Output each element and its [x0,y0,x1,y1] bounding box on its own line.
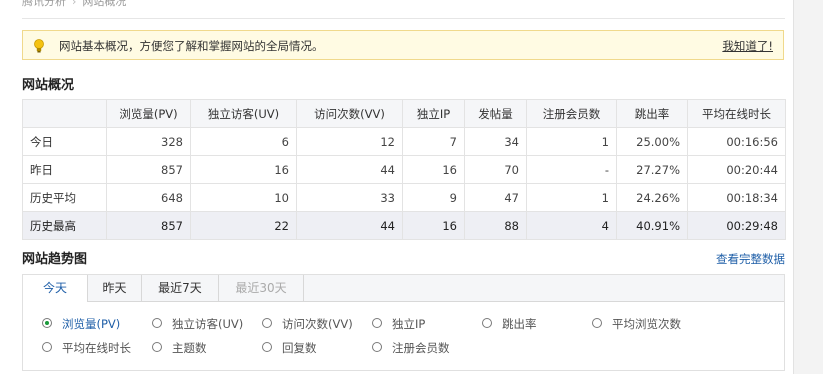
lightbulb-icon [34,39,44,53]
metric-label: 平均在线时长 [62,341,131,355]
table-cell: 00:29:48 [687,211,786,240]
row-label: 昨日 [22,155,107,184]
radio-button[interactable] [152,318,162,328]
table-cell: 27.27% [616,155,688,184]
table-header-cell: 跳出率 [616,99,688,128]
radio-button[interactable] [42,318,52,328]
table-cell: 40.91% [616,211,688,240]
overview-title: 网站概况 [22,78,75,93]
radio-button[interactable] [372,318,382,328]
right-scroll-area [793,0,823,374]
metric-label: 独立访客(UV) [172,317,244,331]
radio-button[interactable] [372,342,382,352]
table-cell: 00:16:56 [687,127,786,156]
row-label: 历史最高 [22,211,107,240]
breadcrumb-separator: › [72,0,77,8]
table-row: 历史平均 648 10 33 9 47 1 24.26% 00:18:34 [22,183,786,212]
metric-label: 跳出率 [502,317,537,331]
tab-last-30-days[interactable]: 最近30天 [219,275,304,301]
radio-button[interactable] [152,342,162,352]
radio-button[interactable] [262,342,272,352]
table-cell: 88 [464,211,527,240]
table-header-cell: 发帖量 [464,99,527,128]
metric-label: 独立IP [392,317,426,331]
table-cell: - [526,155,617,184]
breadcrumb-item-current: 网站概况 [82,0,127,8]
overview-table: 浏览量(PV) 独立访客(UV) 访问次数(VV) 独立IP 发帖量 注册会员数 跳出率 平均… [22,99,786,240]
table-cell: 00:20:44 [687,155,786,184]
table-cell: 44 [296,211,403,240]
table-cell: 16 [190,155,297,184]
table-cell: 857 [106,155,191,184]
trend-panel: 今天 昨天 最近7天 最近30天 浏览量(PV) 独立访客(UV) 访问次数(V… [22,274,785,371]
metric-label: 注册会员数 [392,341,450,355]
radio-button[interactable] [42,342,52,352]
table-row: 昨日 857 16 44 16 70-27.27% 00:20:44 [22,155,786,184]
table-header-cell: 平均在线时长 [687,99,786,128]
table-header-cell: 注册会员数 [526,99,617,128]
notice-text: 网站基本概况，方便您了解和掌握网站的全局情况。 [59,39,324,53]
table-cell: 00:18:34 [687,183,786,212]
radio-button[interactable] [262,318,272,328]
breadcrumb: 腾讯分析 › 网站概况 [22,0,126,9]
tab-yesterday[interactable]: 昨天 [88,275,142,301]
table-cell: 7 [402,127,465,156]
metric-label: 浏览量(PV) [62,317,121,331]
notice-bar: 网站基本概况，方便您了解和掌握网站的全局情况。 我知道了! [22,30,784,60]
table-row: 今日 328 6 12 7 34 1 25.00% 00:16:56 [22,127,786,156]
table-cell: 16 [402,211,465,240]
metric-label: 回复数 [282,341,317,355]
view-full-data-link[interactable]: 查看完整数据 [716,251,785,267]
table-cell: 25.00% [616,127,688,156]
table-header-cell: 访问次数(VV) [296,99,403,128]
table-cell: 22 [190,211,297,240]
radio-button[interactable] [482,318,492,328]
table-cell: 328 [106,127,191,156]
tab-last-7-days[interactable]: 最近7天 [142,275,219,301]
table-header-row: 浏览量(PV) 独立访客(UV) 访问次数(VV) 独立IP 发帖量 注册会员数 跳出率 平均… [22,99,786,128]
table-cell: 1 [526,127,617,156]
table-cell: 24.26% [616,183,688,212]
radio-button[interactable] [592,318,602,328]
trend-title: 网站趋势图 [22,252,88,267]
metric-label: 访问次数(VV) [282,317,353,331]
metric-label: 主题数 [172,341,207,355]
table-cell: 6 [190,127,297,156]
table-header-cell: 独立IP [402,99,465,128]
table-row: 历史最高 857 22 44 16 88 4 40.91% 00:29:48 [22,211,786,240]
metric-label: 平均浏览次数 [612,317,681,331]
table-header-cell: 独立访客(UV) [190,99,297,128]
tab-today[interactable]: 今天 [23,275,88,302]
table-cell: 34 [464,127,527,156]
table-cell: 10 [190,183,297,212]
divider [22,18,785,19]
table-cell: 9 [402,183,465,212]
table-cell: 16 [402,155,465,184]
table-header-blank [22,99,107,128]
trend-tabbar: 今天 昨天 最近7天 最近30天 [23,275,784,302]
table-cell: 47 [464,183,527,212]
row-label: 今日 [22,127,107,156]
table-cell: 44 [296,155,403,184]
table-cell: 33 [296,183,403,212]
table-header-cell: 浏览量(PV) [106,99,191,128]
table-cell: 4 [526,211,617,240]
table-cell: 70 [464,155,527,184]
table-cell: 1 [526,183,617,212]
notice-dismiss-link[interactable]: 我知道了! [722,38,773,54]
breadcrumb-item-root[interactable]: 腾讯分析 [22,0,66,8]
table-cell: 857 [106,211,191,240]
table-cell: 648 [106,183,191,212]
row-label: 历史平均 [22,183,107,212]
table-cell: 12 [296,127,403,156]
